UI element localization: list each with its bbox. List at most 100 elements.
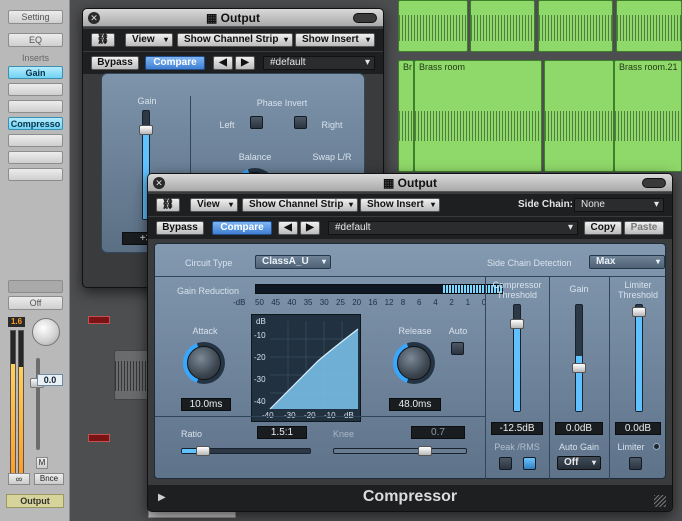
release-label: Release (398, 326, 432, 336)
audio-region[interactable] (114, 350, 150, 400)
auto-gain-menu[interactable]: Off ▾ (557, 456, 601, 470)
knee-slider-handle[interactable] (418, 446, 432, 456)
compressor-threshold-fader[interactable] (510, 304, 524, 412)
release-readout[interactable]: 48.0ms (389, 398, 441, 411)
gr-scale-unit: -dB (233, 298, 246, 307)
makeup-gain-handle[interactable] (572, 363, 586, 373)
insert-slot-gain[interactable]: Gain (8, 66, 63, 79)
link-icon[interactable]: ⛓ (156, 198, 180, 212)
audio-region[interactable] (470, 0, 535, 52)
gr-scale-tick: 40 (287, 298, 297, 307)
audio-region[interactable]: Brass room.21 (614, 60, 682, 172)
show-channel-strip-menu[interactable]: Show Channel Strip ▾ (177, 33, 293, 47)
window-titlebar[interactable]: ▦ Output (148, 174, 672, 192)
knee-readout[interactable]: 0.7 (411, 426, 465, 439)
circuit-type-label: Circuit Type (185, 258, 233, 268)
resize-grip-icon[interactable] (654, 495, 666, 507)
knee-slider[interactable] (333, 446, 467, 456)
ratio-slider[interactable] (181, 446, 311, 456)
compare-button[interactable]: Compare (145, 56, 205, 70)
previous-preset-button[interactable]: ◀ (213, 56, 233, 70)
close-icon[interactable]: ✕ (88, 12, 100, 24)
previous-preset-button[interactable]: ◀ (278, 221, 298, 235)
link-icon[interactable]: ∞ (8, 473, 30, 485)
auto-release-button[interactable] (451, 342, 464, 355)
attack-knob[interactable] (183, 342, 225, 384)
audio-region[interactable]: Br (398, 60, 414, 172)
rms-button[interactable] (523, 457, 536, 470)
bounce-button[interactable]: Bnce (34, 473, 64, 485)
bypass-button[interactable]: Bypass (156, 221, 204, 235)
window-titlebar[interactable]: ▦ Output (83, 9, 383, 27)
circuit-type-menu[interactable]: ClassA_U ▾ (255, 255, 331, 269)
peak-button[interactable] (499, 457, 512, 470)
send-slot[interactable] (8, 280, 63, 293)
pan-knob[interactable] (32, 318, 60, 346)
mute-button[interactable]: M (36, 457, 48, 469)
insert-slot-6[interactable] (8, 151, 63, 164)
gain-fader-handle[interactable] (139, 125, 153, 135)
audio-region[interactable] (398, 0, 468, 52)
compressor-main-section: Gain Reduction -dB 50 45 40 35 30 25 20 16 12 8 6 4… (155, 278, 503, 422)
side-chain-detection-label: Side Chain Detection (487, 258, 572, 268)
volume-fader-track[interactable] (36, 358, 40, 450)
preset-menu[interactable]: #default ▾ (328, 221, 578, 235)
limiter-threshold-fader[interactable] (632, 304, 646, 412)
compressor-threshold-readout[interactable]: -12.5dB (491, 422, 543, 435)
eq-button[interactable]: EQ (8, 33, 63, 47)
compressor-threshold-handle[interactable] (510, 319, 524, 329)
view-menu[interactable]: View ▾ (125, 33, 173, 47)
insert-slot-2[interactable] (8, 83, 63, 96)
limiter-threshold-readout[interactable]: 0.0dB (615, 422, 661, 435)
region-marker (88, 434, 110, 442)
ratio-readout[interactable]: 1.5:1 (257, 426, 307, 439)
view-menu[interactable]: View ▾ (190, 198, 238, 212)
audio-file-icon: ▦ (383, 176, 398, 190)
insert-slot-3[interactable] (8, 100, 63, 113)
ratio-slider-handle[interactable] (196, 446, 210, 456)
toolbar-toggle-button[interactable] (353, 13, 377, 23)
copy-button[interactable]: Copy (584, 221, 622, 235)
audio-region[interactable] (544, 60, 614, 172)
preset-menu[interactable]: #default ▾ (263, 56, 375, 70)
limiter-button[interactable] (629, 457, 642, 470)
audio-region[interactable]: Brass room (414, 60, 542, 172)
attack-readout[interactable]: 10.0ms (181, 398, 231, 411)
graph-y-tick: -30 (254, 375, 266, 384)
makeup-gain-fader[interactable] (572, 304, 586, 412)
audio-region[interactable] (616, 0, 682, 52)
volume-readout[interactable]: 0.0 (37, 374, 63, 386)
audio-region[interactable] (538, 0, 613, 52)
insert-slot-5[interactable] (8, 134, 63, 147)
phase-invert-left-button[interactable] (250, 116, 263, 129)
limiter-label: Limiter (617, 442, 645, 452)
side-chain-detection-menu[interactable]: Max ▾ (589, 255, 665, 269)
channel-name[interactable]: Output (6, 494, 64, 508)
show-insert-menu[interactable]: Show Insert ▾ (295, 33, 375, 47)
release-knob[interactable] (393, 342, 435, 384)
bypass-button[interactable]: Bypass (91, 56, 139, 70)
insert-slot-compressor[interactable]: Compresso (8, 117, 63, 130)
makeup-gain-readout[interactable]: 0.0dB (555, 422, 603, 435)
gain-reduction-meter (255, 284, 503, 294)
toolbar-toggle-button[interactable] (642, 178, 666, 188)
gr-scale-tick: 30 (319, 298, 329, 307)
compare-button[interactable]: Compare (212, 221, 272, 235)
show-insert-menu[interactable]: Show Insert ▾ (360, 198, 440, 212)
next-preset-button[interactable]: ▶ (300, 221, 320, 235)
phase-invert-right-button[interactable] (294, 116, 307, 129)
gr-scale-tick: 12 (384, 298, 394, 307)
side-chain-label: Side Chain: (518, 199, 574, 210)
balance-label: Balance (238, 152, 272, 162)
next-preset-button[interactable]: ▶ (235, 56, 255, 70)
side-chain-menu[interactable]: None ▾ (574, 198, 664, 212)
link-icon[interactable]: ⛓ (91, 33, 115, 47)
setting-button[interactable]: Setting (8, 10, 63, 24)
limiter-threshold-handle[interactable] (632, 307, 646, 317)
close-icon[interactable]: ✕ (153, 177, 165, 189)
region-title: Brass room.21 (619, 62, 678, 72)
insert-slot-7[interactable] (8, 168, 63, 181)
automation-mode-button[interactable]: Off (8, 296, 63, 310)
paste-button[interactable]: Paste (624, 221, 664, 235)
show-channel-strip-menu[interactable]: Show Channel Strip ▾ (242, 198, 358, 212)
